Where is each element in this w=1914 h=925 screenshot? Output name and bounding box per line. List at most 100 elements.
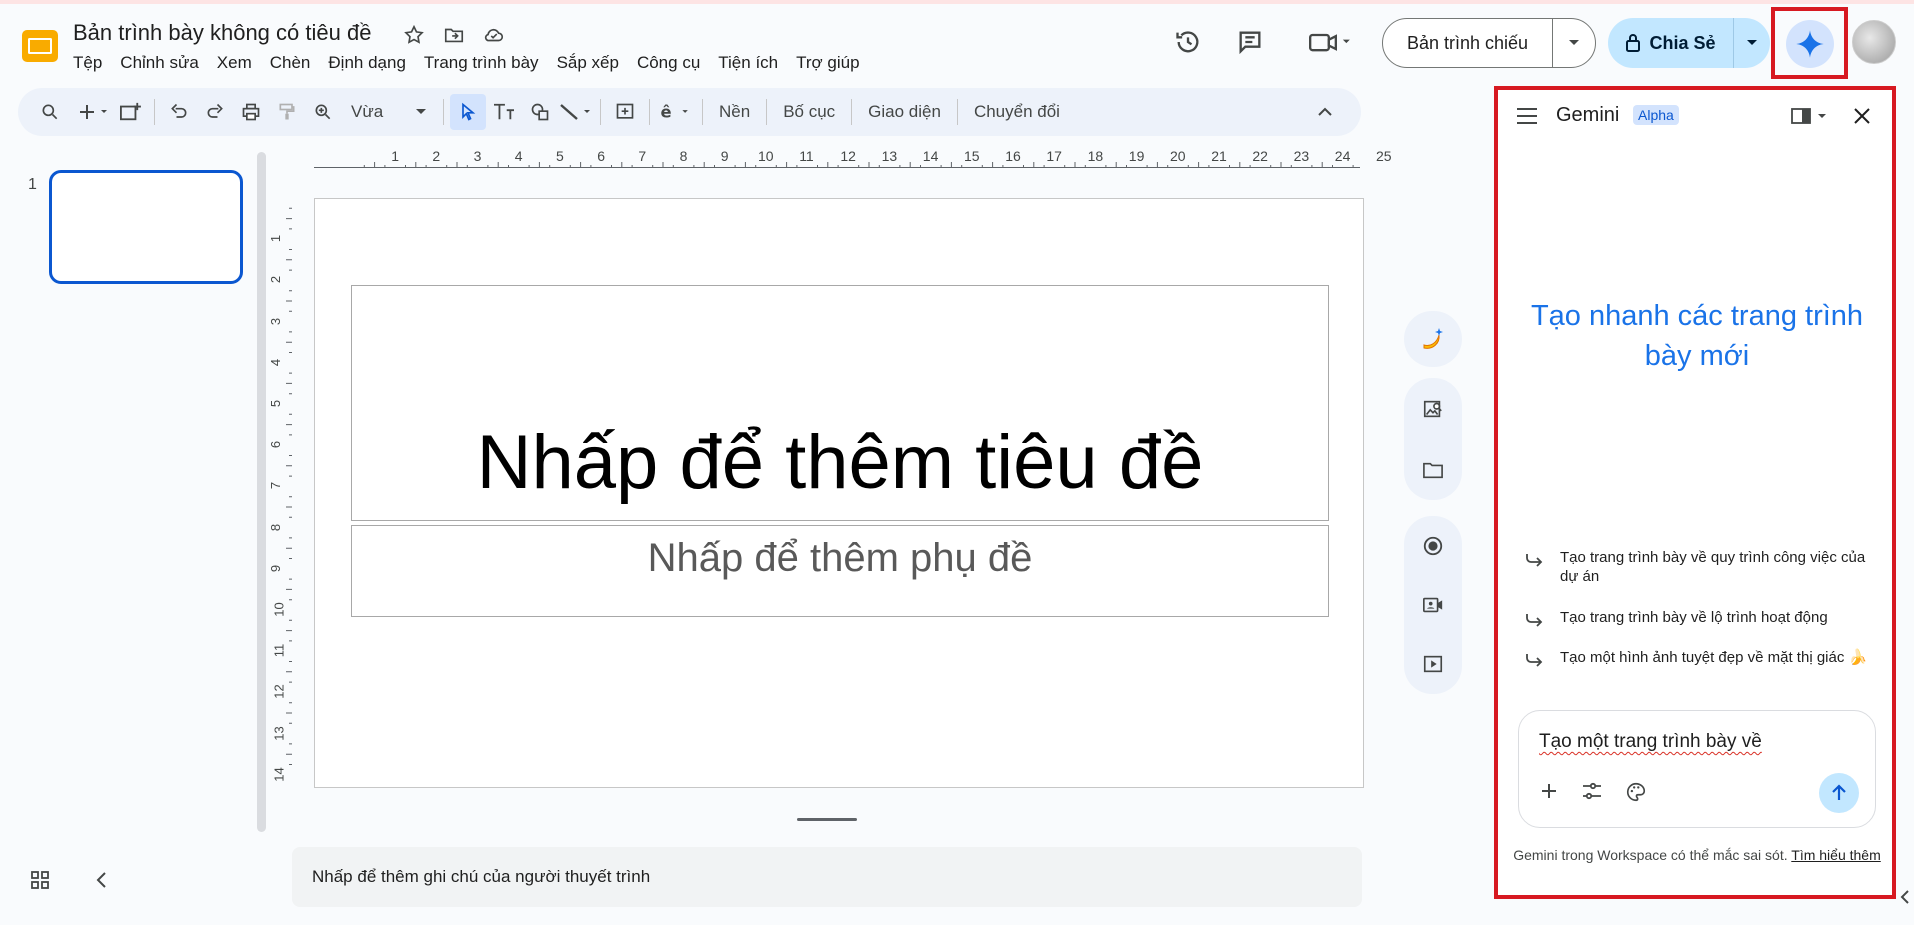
- new-slide-plus-icon[interactable]: [76, 94, 112, 130]
- horizontal-ruler: 1 2 3 4 5 6 7 8 9 10 11 12 13 14 15 16 17 18 19 20 21 22 23 24 2…: [314, 148, 1392, 168]
- menu-edit[interactable]: Chỉnh sửa: [111, 52, 207, 74]
- ruler-tick-label: 10: [271, 602, 287, 617]
- notes-resize-handle[interactable]: [797, 818, 857, 821]
- gemini-button[interactable]: [1786, 20, 1834, 68]
- subtitle-placeholder-box[interactable]: Nhấp để thêm phụ đề: [351, 525, 1329, 617]
- search-menus-icon[interactable]: [32, 94, 68, 130]
- ruler-tick-label: 13: [881, 148, 898, 164]
- layout-button[interactable]: Bố cục: [773, 94, 845, 130]
- ruler-tick-label: 24: [1334, 148, 1351, 164]
- speaker-notes-field[interactable]: Nhấp để thêm ghi chú của người thuyết tr…: [292, 847, 1362, 907]
- zoom-select[interactable]: Vừa: [341, 94, 437, 130]
- slideshow-dropdown-icon[interactable]: [1553, 38, 1595, 48]
- video-contact-icon[interactable]: [1422, 594, 1444, 616]
- banana-sparkle-icon[interactable]: [1419, 325, 1447, 353]
- palette-icon[interactable]: [1625, 781, 1647, 803]
- ruler-tick-label: 7: [268, 482, 284, 490]
- ruler-tick-label: 22: [1252, 148, 1268, 164]
- select-cursor-icon[interactable]: [450, 94, 486, 130]
- menu-view[interactable]: Xem: [208, 52, 261, 74]
- slideshow-button[interactable]: Bản trình chiếu: [1382, 18, 1596, 68]
- gemini-prompt-input[interactable]: Tạo một trang trình bày về: [1539, 731, 1762, 753]
- gemini-prompt-box[interactable]: Tạo một trang trình bày về: [1518, 710, 1876, 828]
- menu-format[interactable]: Định dạng: [319, 52, 415, 74]
- share-dropdown-icon[interactable]: [1734, 38, 1770, 48]
- ruler-tick-label: 16: [1005, 148, 1021, 164]
- menu-file[interactable]: Tệp: [64, 52, 111, 74]
- slide-number: 1: [28, 176, 37, 193]
- print-icon[interactable]: [233, 94, 269, 130]
- suggestion-arrow-icon: [1524, 648, 1546, 668]
- collapse-toolbar-icon[interactable]: [1307, 94, 1343, 130]
- share-button[interactable]: Chia Sẻ: [1608, 18, 1770, 68]
- cloud-saved-icon[interactable]: [480, 22, 508, 48]
- slide-canvas[interactable]: Nhấp để thêm tiêu đề Nhấp để thêm phụ đề: [314, 198, 1364, 788]
- redo-icon[interactable]: [197, 94, 233, 130]
- filmstrip-scrollbar[interactable]: [257, 152, 266, 832]
- document-title[interactable]: Bản trình bày không có tiêu đề: [73, 20, 371, 46]
- ruler-tick-label: 11: [799, 148, 814, 164]
- comments-icon[interactable]: [1230, 22, 1270, 62]
- undo-icon[interactable]: [161, 94, 197, 130]
- transition-button[interactable]: Chuyển đổi: [964, 94, 1070, 130]
- slide-thumbnail[interactable]: [49, 170, 243, 284]
- grid-view-icon[interactable]: [30, 870, 50, 890]
- panel-edge-chevron-icon[interactable]: [1896, 882, 1914, 912]
- move-folder-icon[interactable]: [440, 22, 468, 48]
- menu-arrange[interactable]: Sắp xếp: [548, 52, 628, 74]
- ruler-tick-label: 17: [1046, 148, 1062, 164]
- send-button[interactable]: [1819, 773, 1859, 813]
- insert-comment-icon[interactable]: [607, 94, 643, 130]
- avatar[interactable]: [1852, 20, 1896, 64]
- star-icon[interactable]: [400, 22, 428, 48]
- disclaimer-text: Gemini trong Workspace có thể mắc sai só…: [1513, 847, 1788, 863]
- ruler-tick-label: 2: [432, 148, 441, 164]
- suggestion-item[interactable]: Tạo trang trình bày về lộ trình hoạt độn…: [1524, 608, 1884, 628]
- ruler-tick-label: 23: [1293, 148, 1310, 164]
- suggestion-item[interactable]: Tạo trang trình bày về quy trình công vi…: [1524, 548, 1884, 586]
- theme-button[interactable]: Giao diện: [858, 94, 951, 130]
- subtitle-placeholder-text: Nhấp để thêm phụ đề: [647, 536, 1033, 580]
- menu-tools[interactable]: Công cụ: [628, 52, 709, 74]
- ruler-tick-label: 1: [391, 148, 399, 164]
- learn-more-link[interactable]: Tìm hiểu thêm: [1791, 847, 1880, 863]
- suggestion-text: Tạo một hình ảnh tuyệt đẹp về mặt thị gi…: [1560, 649, 1868, 666]
- gemini-menu-icon[interactable]: [1516, 106, 1538, 126]
- panel-layout-icon[interactable]: [1790, 106, 1832, 126]
- slides-logo-icon[interactable]: [20, 26, 60, 66]
- zoom-icon[interactable]: [305, 94, 341, 130]
- menu-help[interactable]: Trợ giúp: [787, 52, 868, 74]
- add-plus-icon[interactable]: [1539, 781, 1559, 803]
- record-icon[interactable]: [1422, 535, 1444, 557]
- image-search-icon[interactable]: [1422, 398, 1444, 420]
- shape-icon[interactable]: [522, 94, 558, 130]
- menu-insert[interactable]: Chèn: [261, 52, 320, 74]
- slideshow-label[interactable]: Bản trình chiếu: [1383, 19, 1553, 67]
- tools-sliders-icon[interactable]: [1581, 781, 1603, 803]
- ruler-tick-label: 4: [514, 148, 523, 164]
- input-tools-icon[interactable]: ê: [656, 94, 696, 130]
- close-icon[interactable]: [1852, 106, 1872, 126]
- folder-icon[interactable]: [1422, 460, 1444, 480]
- ruler-tick-label: 12: [271, 684, 287, 700]
- play-slideshow-icon[interactable]: [1422, 653, 1444, 675]
- text-box-icon[interactable]: [486, 94, 522, 130]
- menu-slide[interactable]: Trang trình bày: [415, 52, 548, 74]
- title-placeholder-box[interactable]: Nhấp để thêm tiêu đề: [351, 285, 1329, 521]
- suggestion-item[interactable]: Tạo một hình ảnh tuyệt đẹp về mặt thị gi…: [1524, 648, 1884, 668]
- share-label: Chia Sẻ: [1649, 32, 1716, 53]
- alpha-badge: Alpha: [1633, 105, 1679, 125]
- meet-call-icon[interactable]: [1300, 22, 1360, 62]
- gemini-disclaimer: Gemini trong Workspace có thể mắc sai só…: [1510, 846, 1884, 865]
- paint-format-icon[interactable]: [269, 94, 305, 130]
- send-arrow-icon: [1829, 783, 1849, 803]
- menu-extensions[interactable]: Tiện ích: [709, 52, 787, 74]
- ruler-tick-label: 2: [268, 276, 284, 284]
- collapse-filmstrip-icon[interactable]: [92, 870, 112, 890]
- background-button[interactable]: Nền: [709, 94, 760, 130]
- version-history-icon[interactable]: [1168, 22, 1208, 62]
- ruler-tick-label: 21: [1211, 148, 1227, 164]
- suggestion-arrow-icon: [1524, 548, 1546, 586]
- line-icon[interactable]: [558, 94, 594, 130]
- new-slide-layout-icon[interactable]: [112, 94, 148, 130]
